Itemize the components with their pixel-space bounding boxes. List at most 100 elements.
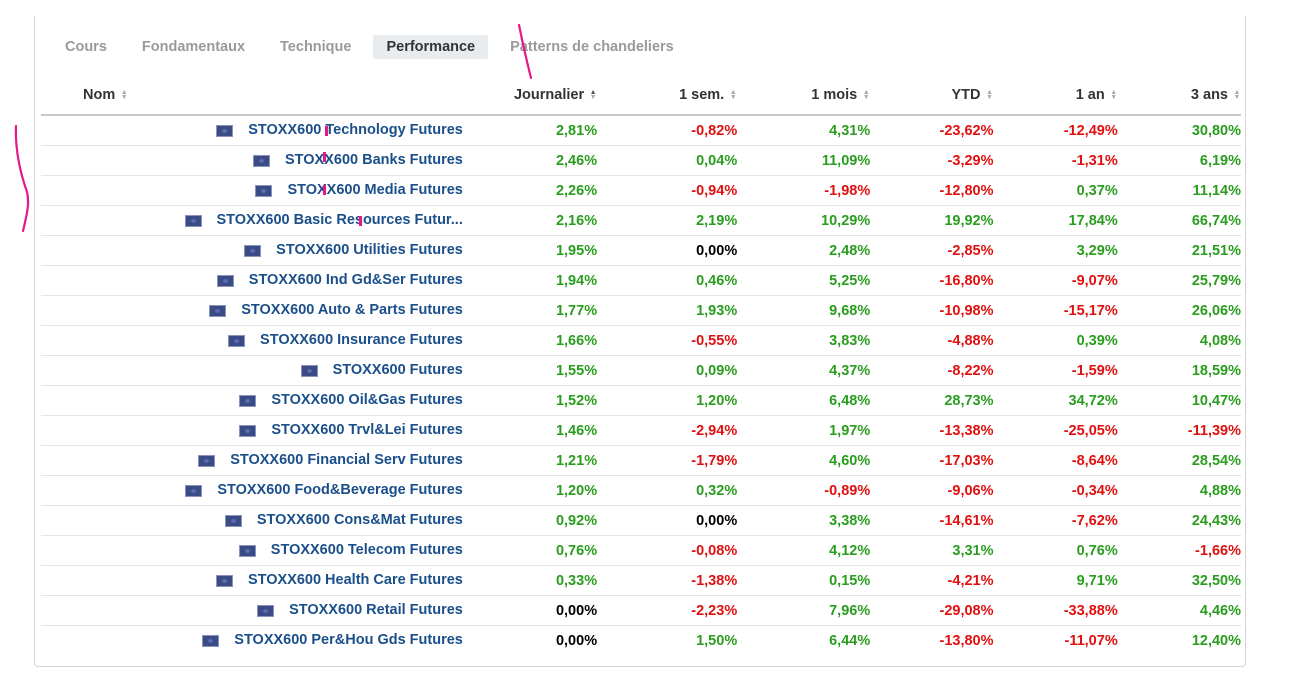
instrument-link[interactable]: STOXX600 Futures bbox=[333, 363, 463, 379]
instrument-link[interactable]: STOXX600 Cons&Mat Futures bbox=[257, 513, 463, 529]
tab-fondamentaux[interactable]: Fondamentaux bbox=[129, 35, 258, 59]
tab-technique[interactable]: Technique bbox=[267, 35, 364, 59]
value-year: 34,72% bbox=[993, 385, 1118, 416]
value-ytd: -4,88% bbox=[870, 325, 994, 356]
table-row[interactable]: STOXX600 Oil&Gas Futures 1,52% 1,20% 6,48% 2… bbox=[41, 385, 1241, 416]
column-header-daily[interactable]: Journalier ▲ ▼ bbox=[462, 76, 608, 116]
column-header-week[interactable]: 1 sem. ▲ ▼ bbox=[607, 76, 738, 116]
value-week: -1,38% bbox=[607, 565, 738, 596]
table-row[interactable]: STOXX600 Cons&Mat Futures 0,92% 0,00% 3,38%… bbox=[41, 505, 1241, 536]
table-row[interactable]: STOXX600 Technology Futures 2,81% -0,82% 4,… bbox=[41, 115, 1241, 146]
column-header-year[interactable]: 1 an ▲ ▼ bbox=[993, 76, 1118, 116]
value-year: 0,37% bbox=[993, 175, 1118, 206]
instrument-link[interactable]: STOXX600 Per&Hou Gds Futures bbox=[234, 633, 463, 649]
instrument-link[interactable]: STOXX600 Financial Serv Futures bbox=[230, 453, 463, 469]
column-header-label: 3 ans bbox=[1190, 87, 1228, 103]
column-header-name[interactable]: Nom ▲ ▼ bbox=[41, 76, 463, 116]
value-week: 1,50% bbox=[696, 632, 738, 649]
instrument-link[interactable]: STOXX600 Retail Futures bbox=[289, 603, 463, 619]
instrument-link[interactable]: STOXX600 Telecom Futures bbox=[271, 543, 463, 559]
instrument-link[interactable]: STOXX600 Technology Futures bbox=[248, 123, 463, 139]
table-row[interactable]: STOXX600 Telecom Futures 0,76% -0,08% 4,12%… bbox=[41, 535, 1241, 566]
value-year: -15,17% bbox=[993, 295, 1118, 326]
column-header-month[interactable]: 1 mois ▲ ▼ bbox=[737, 76, 871, 116]
table-row[interactable]: STOXX600 Food&Beverage Futures 1,20% 0,32%… bbox=[41, 475, 1241, 506]
value-week: -0,94% bbox=[607, 175, 738, 206]
instrument-link[interactable]: STOXX600 Banks Futures bbox=[285, 153, 463, 169]
table-row[interactable]: STOXX600 Media Futures 2,26% -0,94% -1,98% -… bbox=[41, 175, 1241, 206]
value-three-years: 24,43% bbox=[1117, 505, 1241, 536]
value-week: -0,55% bbox=[607, 325, 738, 356]
column-header-label: 1 an bbox=[1075, 87, 1105, 103]
table-row[interactable]: STOXX600 Financial Serv Futures 1,21% -1,7… bbox=[41, 445, 1241, 476]
table-body: STOXX600 Technology Futures 2,81% -0,82% 4,… bbox=[41, 115, 1241, 655]
value-year: -25,05% bbox=[993, 415, 1118, 446]
value-ytd: -2,85% bbox=[870, 235, 994, 266]
table-row[interactable]: STOXX600 Auto & Parts Futures 1,77% 1,93% 9… bbox=[41, 295, 1241, 326]
value-daily: 2,81% bbox=[462, 115, 608, 146]
value-month: 4,37% bbox=[737, 355, 871, 386]
instrument-cell: STOXX600 Ind Gd&Ser Futures bbox=[41, 265, 463, 296]
instrument-cell: STOXX600 Food&Beverage Futures bbox=[41, 475, 463, 506]
table-row[interactable]: STOXX600 Insurance Futures 1,66% -0,55% 3,8… bbox=[41, 325, 1241, 356]
instrument-link[interactable]: STOXX600 Utilities Futures bbox=[276, 243, 463, 259]
column-header-label: 1 mois bbox=[811, 87, 858, 103]
instrument-link[interactable]: STOXX600 Auto & Parts Futures bbox=[241, 303, 463, 319]
value-year: -11,07% bbox=[1064, 632, 1118, 649]
value-week: 0,04% bbox=[607, 145, 738, 176]
instrument-link[interactable]: STOXX600 Insurance Futures bbox=[260, 333, 463, 349]
value-three-years: 6,19% bbox=[1117, 145, 1241, 176]
instrument-link[interactable]: STOXX600 Food&Beverage Futures bbox=[217, 483, 463, 499]
value-ytd: -29,08% bbox=[870, 595, 994, 626]
tab-patterns-de-chandeliers[interactable]: Patterns de chandeliers bbox=[497, 35, 687, 59]
value-daily: 1,21% bbox=[462, 445, 608, 476]
instrument-cell: STOXX600 Technology Futures bbox=[41, 115, 463, 146]
value-week: 0,00% bbox=[607, 505, 738, 536]
sort-arrows-icon: ▲ ▼ bbox=[862, 89, 870, 102]
instrument-link[interactable]: STOXX600 Health Care Futures bbox=[248, 573, 463, 589]
value-daily: 1,77% bbox=[462, 295, 608, 326]
instrument-cell: STOXX600 Insurance Futures bbox=[41, 325, 463, 356]
value-daily: 0,92% bbox=[462, 505, 608, 536]
tab-performance[interactable]: Performance bbox=[373, 35, 489, 59]
value-month: 2,48% bbox=[737, 235, 871, 266]
table-row[interactable]: STOXX600 Basic Resources Futur... 2,16% 2,… bbox=[41, 205, 1241, 236]
value-month: -0,89% bbox=[737, 475, 871, 506]
table-row[interactable]: STOXX600 Utilities Futures 1,95% 0,00% 2,48… bbox=[41, 235, 1241, 266]
table-row[interactable]: STOXX600 Futures 1,55% 0,09% 4,37% -8,22% -1,… bbox=[41, 355, 1241, 386]
value-ytd: -10,98% bbox=[870, 295, 994, 326]
table-row[interactable]: STOXX600 Banks Futures 2,46% 0,04% 11,09% -3… bbox=[41, 145, 1241, 176]
table-row[interactable]: STOXX600 Per&Hou Gds Futures 0,00% 1,50% 6,… bbox=[41, 626, 1241, 656]
value-three-years: 26,06% bbox=[1117, 295, 1241, 326]
value-daily: 1,20% bbox=[462, 475, 608, 506]
value-three-years: 11,14% bbox=[1117, 175, 1241, 206]
instrument-link[interactable]: STOXX600 Trvl&Lei Futures bbox=[271, 423, 463, 439]
value-year: 0,39% bbox=[993, 325, 1118, 356]
value-ytd: 19,92% bbox=[870, 205, 994, 236]
value-ytd: -12,80% bbox=[870, 175, 994, 206]
table-row[interactable]: STOXX600 Retail Futures 0,00% -2,23% 7,96% -… bbox=[41, 595, 1241, 626]
instrument-cell: STOXX600 Media Futures bbox=[41, 175, 463, 206]
column-header-ytd[interactable]: YTD ▲ ▼ bbox=[870, 76, 994, 116]
table-row[interactable]: STOXX600 Trvl&Lei Futures 1,46% -2,94% 1,97… bbox=[41, 415, 1241, 446]
value-ytd: -4,21% bbox=[870, 565, 994, 596]
table-row[interactable]: STOXX600 Health Care Futures 0,33% -1,38% 0… bbox=[41, 565, 1241, 596]
value-three-years: 10,47% bbox=[1117, 385, 1241, 416]
value-week: 1,93% bbox=[607, 295, 738, 326]
instrument-link[interactable]: STOXX600 Ind Gd&Ser Futures bbox=[249, 273, 463, 289]
value-ytd: 3,31% bbox=[870, 535, 994, 566]
value-month: 7,96% bbox=[737, 595, 871, 626]
instrument-link[interactable]: STOXX600 Basic Resources Futur... bbox=[217, 213, 463, 229]
tab-cours[interactable]: Cours bbox=[52, 35, 120, 59]
column-header-label: Nom bbox=[83, 87, 116, 103]
value-daily: 1,52% bbox=[462, 385, 608, 416]
column-header-three-years[interactable]: 3 ans ▲ ▼ bbox=[1117, 76, 1241, 116]
instrument-link[interactable]: STOXX600 Media Futures bbox=[287, 183, 462, 199]
instrument-cell: STOXX600 Health Care Futures bbox=[41, 565, 463, 596]
value-month: 3,83% bbox=[737, 325, 871, 356]
table-row[interactable]: STOXX600 Ind Gd&Ser Futures 1,94% 0,46% 5,2… bbox=[41, 265, 1241, 296]
value-ytd: -16,80% bbox=[870, 265, 994, 296]
eu-flag-icon bbox=[224, 514, 242, 527]
instrument-link[interactable]: STOXX600 Oil&Gas Futures bbox=[271, 393, 463, 409]
value-month: 4,31% bbox=[737, 115, 871, 146]
